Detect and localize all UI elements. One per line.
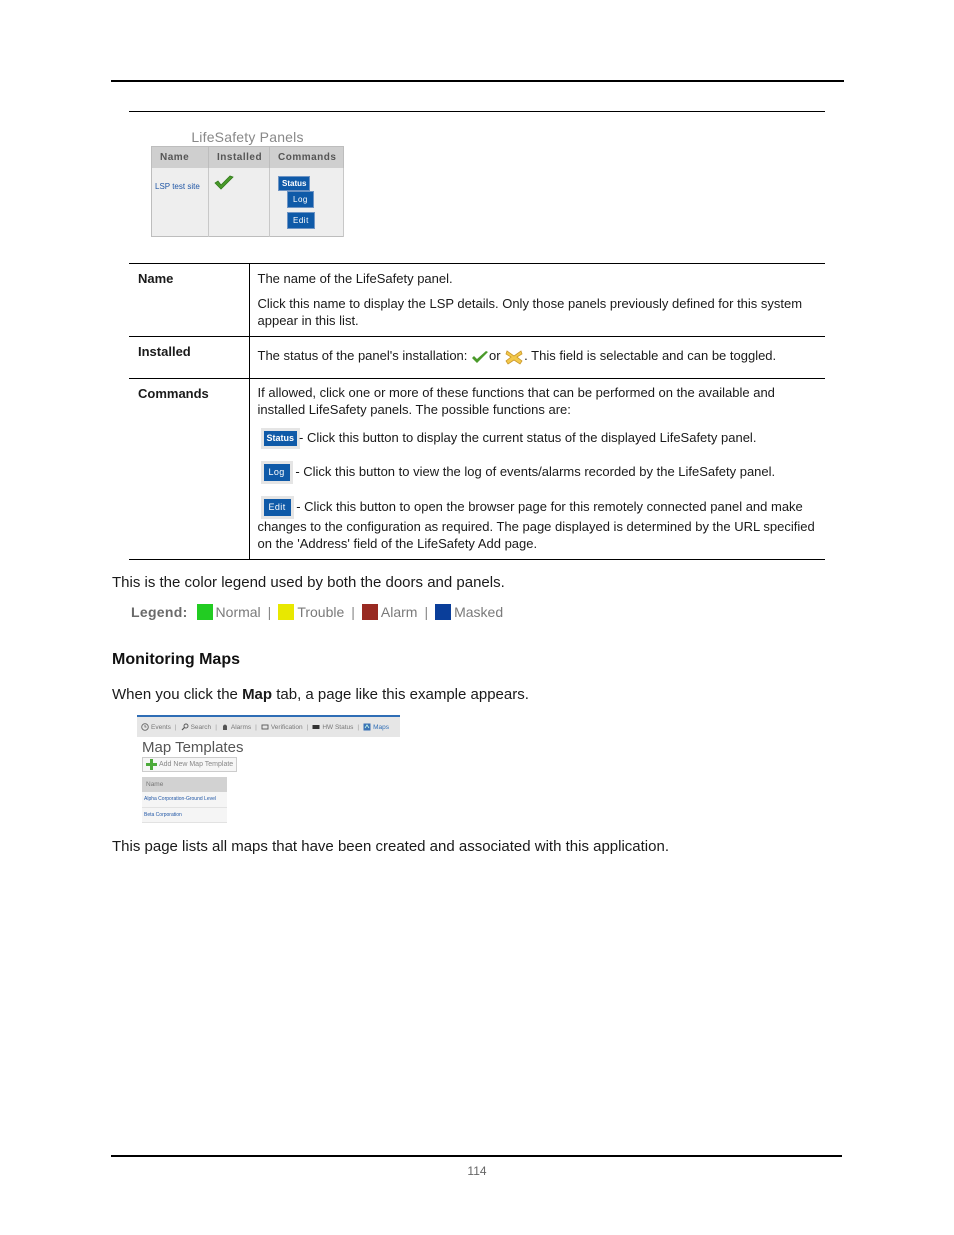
map-tab-name: Map — [242, 686, 273, 703]
nav-separator: | — [215, 723, 217, 731]
nav-separator: | — [306, 723, 309, 731]
tab-maps[interactable]: Maps — [363, 723, 389, 731]
definition-text: The name of the LifeSafety panel. — [257, 271, 453, 286]
legend-separator: | — [267, 604, 272, 620]
table-row: Name The name of the LifeSafety panel. C… — [129, 263, 825, 337]
lifesafety-panels-screenshot: LifeSafety Panels Name Installed Command… — [151, 128, 344, 237]
tab-label: HW Status — [322, 723, 354, 731]
search-icon — [181, 723, 189, 731]
map-intro-text: tab, a page like this example appears. — [272, 686, 529, 703]
log-button-sample: Log — [260, 461, 293, 485]
map-templates-screenshot: Events | Search | Alarms | Verification … — [137, 715, 400, 823]
map-intro-text: When you click the — [112, 686, 243, 703]
swatch-masked — [435, 604, 452, 620]
tab-label: Maps — [373, 723, 389, 731]
term-commands: Commands — [129, 378, 250, 560]
nav-separator: | — [255, 723, 257, 731]
nav-separator: | — [174, 723, 177, 731]
status-button-sample: Status — [260, 428, 301, 450]
status-button[interactable]: Status — [278, 175, 311, 191]
lsp-name-link[interactable]: LSP test site — [152, 182, 200, 191]
check-icon — [471, 349, 489, 365]
hw-status-icon — [312, 723, 320, 731]
definition-text: If allowed, click one or more of these f… — [257, 385, 775, 417]
map-template-link[interactable]: Beta Corporation — [142, 807, 227, 823]
swatch-normal — [196, 604, 213, 620]
tab-verification[interactable]: Verification — [261, 723, 303, 731]
legend-separator: | — [351, 604, 355, 620]
tab-label: Alarms — [230, 723, 252, 731]
map-intro: When you click the Map tab, a page like … — [112, 686, 529, 703]
tab-alarms[interactable]: Alarms — [221, 723, 251, 731]
add-button-label: Add New Map Template — [159, 761, 234, 768]
legend-item-alarm: Alarm — [380, 604, 418, 620]
lsp-column-commands: Commands — [269, 146, 344, 168]
lsp-column-installed: Installed — [208, 146, 270, 168]
definition-text: - Click this button to view the log of e… — [291, 464, 776, 479]
legend-intro: This is the color legend used by both th… — [112, 574, 505, 591]
definition-text: The status of the panel's installation: — [257, 348, 471, 363]
legend-separator: | — [424, 604, 429, 620]
tab-label: Search — [190, 723, 212, 731]
tab-search[interactable]: Search — [181, 723, 212, 731]
definition-text: - Click this button to open the browser … — [257, 499, 815, 552]
term-name: Name — [129, 263, 250, 337]
legend-item-normal: Normal — [215, 604, 261, 620]
tab-events[interactable]: Events — [141, 723, 171, 731]
lsp-table: Name Installed Commands LSP test site St… — [151, 146, 344, 237]
clock-icon — [141, 723, 149, 731]
table-row: Alpha Corporation-Ground Level — [142, 792, 227, 808]
table-row: Beta Corporation — [142, 807, 227, 823]
swatch-trouble — [278, 604, 295, 620]
page-number: 114 — [467, 1164, 487, 1178]
edit-button-sample: Edit — [260, 496, 294, 520]
nav-separator: | — [357, 723, 360, 731]
footer-rule — [111, 1155, 842, 1157]
alarm-icon — [221, 723, 229, 731]
lsp-column-name: Name — [151, 146, 209, 168]
plus-icon — [146, 759, 157, 770]
map-template-link[interactable]: Alpha Corporation-Ground Level — [142, 792, 227, 808]
x-icon — [504, 348, 524, 366]
legend-item-trouble: Trouble — [297, 604, 345, 620]
tab-label: Events — [151, 723, 171, 731]
lsp-screenshot-title: LifeSafety Panels — [191, 129, 304, 145]
map-list-description: This page lists all maps that have been … — [112, 838, 669, 855]
swatch-alarm — [361, 604, 378, 620]
term-installed: Installed — [129, 336, 250, 379]
definition-text: . This field is selectable and can be to… — [524, 348, 777, 363]
tab-hw-status[interactable]: HW Status — [312, 723, 353, 731]
log-button[interactable]: Log — [287, 190, 314, 208]
definition-text: Click this name to display the LSP detai… — [257, 296, 803, 328]
color-legend: Legend: Normal | Trouble | Alarm | Maske… — [131, 604, 503, 620]
map-column-name: Name — [142, 777, 227, 792]
map-templates-title: Map Templates — [142, 739, 244, 756]
header-rule — [111, 80, 844, 82]
table-row: Commands If allowed, click one or more o… — [129, 378, 825, 560]
section-heading: Monitoring Maps — [112, 651, 240, 668]
table-row: LSP test site Status Log Edit — [151, 167, 344, 236]
check-icon[interactable] — [214, 175, 234, 191]
definition-text: - Click this button to display the curre… — [299, 430, 757, 445]
add-map-template-button[interactable]: Add New Map Template — [142, 757, 238, 772]
table-row: Installed The status of the panel's inst… — [129, 336, 825, 379]
field-definitions-table: Name The name of the LifeSafety panel. C… — [129, 263, 825, 560]
legend-label: Legend: — [131, 604, 188, 620]
section-rule — [129, 111, 825, 112]
definition-text: or — [489, 348, 505, 363]
legend-item-masked: Masked — [454, 604, 504, 620]
edit-button[interactable]: Edit — [287, 211, 315, 229]
verification-icon — [261, 723, 269, 731]
map-templates-table: Name Alpha Corporation-Ground Level Beta… — [142, 777, 227, 823]
tab-label: Verification — [270, 723, 303, 731]
nav-tabs: Events | Search | Alarms | Verification … — [137, 715, 400, 737]
map-icon — [363, 723, 371, 731]
